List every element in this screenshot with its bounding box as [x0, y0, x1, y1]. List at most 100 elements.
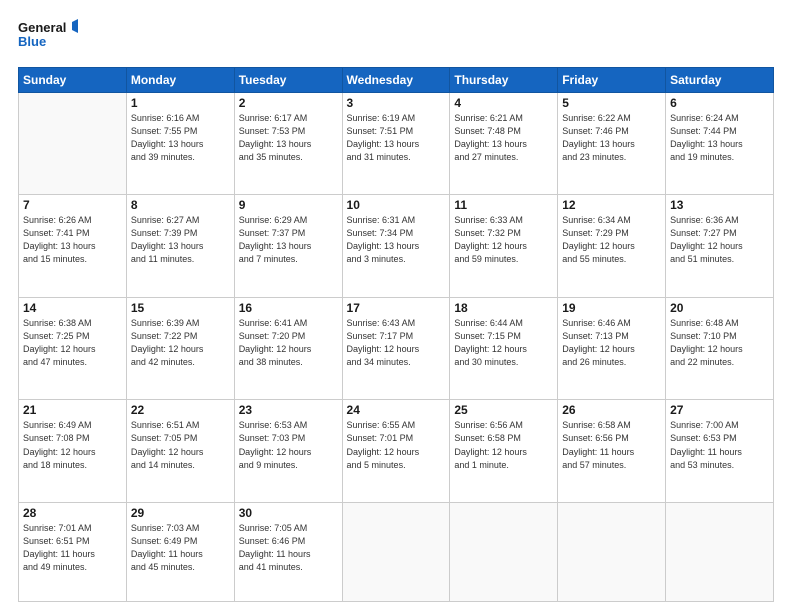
calendar-cell: 14 Sunrise: 6:38 AMSunset: 7:25 PMDayligh… — [19, 297, 127, 400]
weekday-header-friday: Friday — [558, 67, 666, 92]
calendar-cell: 8 Sunrise: 6:27 AMSunset: 7:39 PMDaylight… — [126, 195, 234, 298]
day-info: Sunrise: 7:05 AMSunset: 6:46 PMDaylight:… — [239, 522, 338, 574]
weekday-header-sunday: Sunday — [19, 67, 127, 92]
day-number: 23 — [239, 403, 338, 417]
weekday-header-thursday: Thursday — [450, 67, 558, 92]
weekday-header-row: SundayMondayTuesdayWednesdayThursdayFrid… — [19, 67, 774, 92]
day-info: Sunrise: 6:46 AMSunset: 7:13 PMDaylight:… — [562, 317, 661, 369]
calendar-cell: 20 Sunrise: 6:48 AMSunset: 7:10 PMDayligh… — [666, 297, 774, 400]
day-number: 9 — [239, 198, 338, 212]
calendar-cell: 18 Sunrise: 6:44 AMSunset: 7:15 PMDayligh… — [450, 297, 558, 400]
calendar-cell: 4 Sunrise: 6:21 AMSunset: 7:48 PMDaylight… — [450, 92, 558, 195]
weekday-header-tuesday: Tuesday — [234, 67, 342, 92]
calendar-cell: 13 Sunrise: 6:36 AMSunset: 7:27 PMDayligh… — [666, 195, 774, 298]
day-number: 30 — [239, 506, 338, 520]
day-info: Sunrise: 6:53 AMSunset: 7:03 PMDaylight:… — [239, 419, 338, 471]
calendar-cell: 23 Sunrise: 6:53 AMSunset: 7:03 PMDayligh… — [234, 400, 342, 503]
calendar-cell: 26 Sunrise: 6:58 AMSunset: 6:56 PMDayligh… — [558, 400, 666, 503]
day-info: Sunrise: 6:48 AMSunset: 7:10 PMDaylight:… — [670, 317, 769, 369]
weekday-header-wednesday: Wednesday — [342, 67, 450, 92]
day-info: Sunrise: 6:33 AMSunset: 7:32 PMDaylight:… — [454, 214, 553, 266]
calendar-cell — [666, 503, 774, 602]
day-number: 10 — [347, 198, 446, 212]
day-number: 22 — [131, 403, 230, 417]
day-number: 20 — [670, 301, 769, 315]
day-number: 16 — [239, 301, 338, 315]
calendar-cell: 24 Sunrise: 6:55 AMSunset: 7:01 PMDayligh… — [342, 400, 450, 503]
day-number: 18 — [454, 301, 553, 315]
calendar-week-4: 21 Sunrise: 6:49 AMSunset: 7:08 PMDayligh… — [19, 400, 774, 503]
day-number: 3 — [347, 96, 446, 110]
calendar-cell — [19, 92, 127, 195]
weekday-header-monday: Monday — [126, 67, 234, 92]
calendar-cell — [450, 503, 558, 602]
calendar-cell: 5 Sunrise: 6:22 AMSunset: 7:46 PMDaylight… — [558, 92, 666, 195]
calendar-cell: 27Sunrise: 7:00 AMSunset: 6:53 PMDayligh… — [666, 400, 774, 503]
header: General Blue — [18, 18, 774, 57]
calendar-cell — [558, 503, 666, 602]
day-info: Sunrise: 6:19 AMSunset: 7:51 PMDaylight:… — [347, 112, 446, 164]
svg-text:Blue: Blue — [18, 34, 46, 49]
day-number: 1 — [131, 96, 230, 110]
day-info: Sunrise: 6:44 AMSunset: 7:15 PMDaylight:… — [454, 317, 553, 369]
day-number: 11 — [454, 198, 553, 212]
day-number: 21 — [23, 403, 122, 417]
day-info: Sunrise: 6:22 AMSunset: 7:46 PMDaylight:… — [562, 112, 661, 164]
day-number: 15 — [131, 301, 230, 315]
day-info: Sunrise: 6:38 AMSunset: 7:25 PMDaylight:… — [23, 317, 122, 369]
day-info: Sunrise: 6:17 AMSunset: 7:53 PMDaylight:… — [239, 112, 338, 164]
day-number: 29 — [131, 506, 230, 520]
day-number: 8 — [131, 198, 230, 212]
calendar-week-1: 1 Sunrise: 6:16 AMSunset: 7:55 PMDaylight… — [19, 92, 774, 195]
calendar-week-5: 28Sunrise: 7:01 AMSunset: 6:51 PMDayligh… — [19, 503, 774, 602]
calendar-week-3: 14 Sunrise: 6:38 AMSunset: 7:25 PMDayligh… — [19, 297, 774, 400]
day-info: Sunrise: 6:51 AMSunset: 7:05 PMDaylight:… — [131, 419, 230, 471]
calendar-cell: 30 Sunrise: 7:05 AMSunset: 6:46 PMDayligh… — [234, 503, 342, 602]
day-number: 7 — [23, 198, 122, 212]
day-info: Sunrise: 6:26 AMSunset: 7:41 PMDaylight:… — [23, 214, 122, 266]
calendar-cell: 29 Sunrise: 7:03 AMSunset: 6:49 PMDayligh… — [126, 503, 234, 602]
day-info: Sunrise: 6:55 AMSunset: 7:01 PMDaylight:… — [347, 419, 446, 471]
page: General Blue SundayMondayTuesdayWednesda… — [0, 0, 792, 612]
day-info: Sunrise: 6:43 AMSunset: 7:17 PMDaylight:… — [347, 317, 446, 369]
day-info: Sunrise: 6:49 AMSunset: 7:08 PMDaylight:… — [23, 419, 122, 471]
day-info: Sunrise: 6:56 AMSunset: 6:58 PMDaylight:… — [454, 419, 553, 471]
weekday-header-saturday: Saturday — [666, 67, 774, 92]
day-info: Sunrise: 6:41 AMSunset: 7:20 PMDaylight:… — [239, 317, 338, 369]
svg-text:General: General — [18, 20, 66, 35]
day-info: Sunrise: 7:03 AMSunset: 6:49 PMDaylight:… — [131, 522, 230, 574]
day-number: 12 — [562, 198, 661, 212]
calendar-table: SundayMondayTuesdayWednesdayThursdayFrid… — [18, 67, 774, 602]
day-info: Sunrise: 6:58 AMSunset: 6:56 PMDaylight:… — [562, 419, 661, 471]
day-number: 5 — [562, 96, 661, 110]
calendar-cell: 28Sunrise: 7:01 AMSunset: 6:51 PMDayligh… — [19, 503, 127, 602]
day-info: Sunrise: 6:27 AMSunset: 7:39 PMDaylight:… — [131, 214, 230, 266]
calendar-cell: 22 Sunrise: 6:51 AMSunset: 7:05 PMDayligh… — [126, 400, 234, 503]
day-info: Sunrise: 6:21 AMSunset: 7:48 PMDaylight:… — [454, 112, 553, 164]
calendar-week-2: 7 Sunrise: 6:26 AMSunset: 7:41 PMDaylight… — [19, 195, 774, 298]
calendar-cell: 3 Sunrise: 6:19 AMSunset: 7:51 PMDaylight… — [342, 92, 450, 195]
logo: General Blue — [18, 18, 78, 57]
day-number: 26 — [562, 403, 661, 417]
day-number: 13 — [670, 198, 769, 212]
calendar-cell: 9 Sunrise: 6:29 AMSunset: 7:37 PMDaylight… — [234, 195, 342, 298]
day-number: 19 — [562, 301, 661, 315]
logo-svg: General Blue — [18, 18, 78, 57]
day-info: Sunrise: 7:00 AMSunset: 6:53 PMDaylight:… — [670, 419, 769, 471]
calendar-cell: 2 Sunrise: 6:17 AMSunset: 7:53 PMDaylight… — [234, 92, 342, 195]
day-info: Sunrise: 6:29 AMSunset: 7:37 PMDaylight:… — [239, 214, 338, 266]
day-info: Sunrise: 6:36 AMSunset: 7:27 PMDaylight:… — [670, 214, 769, 266]
day-number: 2 — [239, 96, 338, 110]
day-number: 4 — [454, 96, 553, 110]
calendar-cell: 12 Sunrise: 6:34 AMSunset: 7:29 PMDayligh… — [558, 195, 666, 298]
calendar-cell — [342, 503, 450, 602]
calendar-cell: 17Sunrise: 6:43 AMSunset: 7:17 PMDayligh… — [342, 297, 450, 400]
day-number: 24 — [347, 403, 446, 417]
calendar-cell: 7 Sunrise: 6:26 AMSunset: 7:41 PMDaylight… — [19, 195, 127, 298]
day-info: Sunrise: 6:16 AMSunset: 7:55 PMDaylight:… — [131, 112, 230, 164]
day-info: Sunrise: 6:24 AMSunset: 7:44 PMDaylight:… — [670, 112, 769, 164]
day-info: Sunrise: 7:01 AMSunset: 6:51 PMDaylight:… — [23, 522, 122, 574]
day-number: 14 — [23, 301, 122, 315]
day-info: Sunrise: 6:34 AMSunset: 7:29 PMDaylight:… — [562, 214, 661, 266]
calendar-cell: 15Sunrise: 6:39 AMSunset: 7:22 PMDayligh… — [126, 297, 234, 400]
